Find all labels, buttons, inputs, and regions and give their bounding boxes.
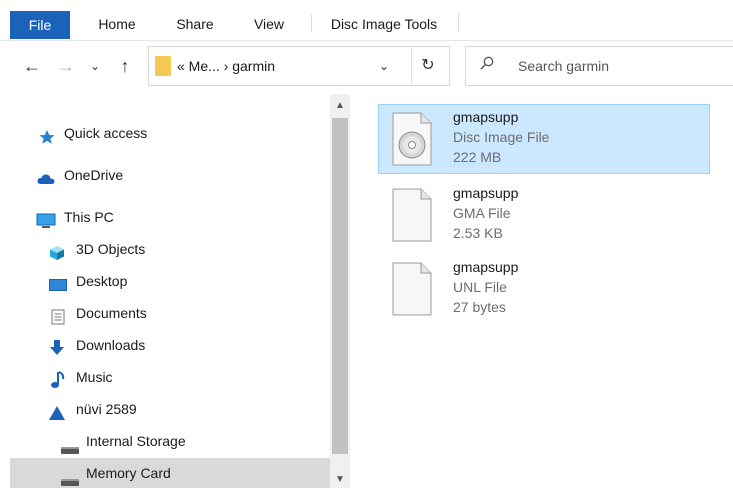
address-bar[interactable]: « Me... › garmin ⌄ ↻ <box>148 46 450 86</box>
sidebar-item-3d-objects[interactable]: 3D Objects <box>0 234 330 264</box>
document-icon <box>50 305 68 325</box>
music-icon <box>50 369 68 388</box>
file-size: 2.53 KB <box>453 225 503 241</box>
forward-button[interactable]: → <box>54 52 78 80</box>
file-item-gmapsupp-unl[interactable]: gmapsupp UNL File 27 bytes <box>378 254 710 324</box>
file-item-gmapsupp-gma[interactable]: gmapsupp GMA File 2.53 KB <box>378 180 710 250</box>
up-button[interactable]: ↑ <box>112 52 138 80</box>
sidebar-item-label: This PC <box>64 209 114 225</box>
sidebar-item-label: Quick access <box>64 125 148 141</box>
sidebar-item-downloads[interactable]: Downloads <box>0 330 330 360</box>
scroll-up-button[interactable]: ▲ <box>330 98 350 114</box>
file-item-gmapsupp-img[interactable]: gmapsupp Disc Image File 222 MB <box>378 104 710 174</box>
navigation-pane: Quick access OneDrive This PC 3D Objects… <box>0 94 330 488</box>
star-icon <box>38 125 56 144</box>
up-arrow-icon: ↑ <box>120 56 130 76</box>
sidebar-item-documents[interactable]: Documents <box>0 298 330 328</box>
sidebar-item-desktop[interactable]: Desktop <box>0 266 330 296</box>
tab-disc-image-tools[interactable]: Disc Image Tools <box>322 10 446 38</box>
tab-view[interactable]: View <box>244 10 294 38</box>
chevron-down-icon: ⌄ <box>89 59 101 73</box>
sidebar-item-label: Desktop <box>76 273 128 289</box>
back-button[interactable]: ← <box>18 52 46 80</box>
folder-icon <box>155 56 171 76</box>
sidebar-item-label: nüvi 2589 <box>76 401 137 417</box>
ribbon-divider <box>458 14 459 32</box>
address-dropdown-button[interactable]: ⌄ <box>379 47 389 85</box>
forward-arrow-icon: → <box>57 56 75 76</box>
file-name: gmapsupp <box>453 109 519 125</box>
search-placeholder: Search garmin <box>518 58 610 74</box>
file-list: gmapsupp Disc Image File 222 MB gmapsupp… <box>350 94 733 488</box>
drive-icon <box>60 468 79 486</box>
file-type: GMA File <box>453 205 511 221</box>
sidebar-scrollbar[interactable]: ▲ ▼ <box>330 94 350 488</box>
sidebar-item-music[interactable]: Music <box>0 362 330 392</box>
drive-icon <box>60 436 79 454</box>
file-type: Disc Image File <box>453 129 550 145</box>
sidebar-item-onedrive[interactable]: OneDrive <box>0 160 330 190</box>
scroll-down-button[interactable]: ▼ <box>330 472 350 488</box>
chevron-down-icon: ⌄ <box>379 59 390 73</box>
sidebar-item-label: Music <box>76 369 113 385</box>
sidebar-item-nuvi-2589[interactable]: nüvi 2589 <box>0 394 330 424</box>
sidebar-item-label: Internal Storage <box>86 433 186 449</box>
tab-file[interactable]: File <box>10 11 70 39</box>
sidebar-item-label: Memory Card <box>86 465 171 481</box>
download-icon <box>48 337 66 355</box>
ribbon-divider <box>311 14 312 32</box>
file-icon <box>391 261 433 317</box>
navigation-bar: ← → ⌄ ↑ « Me... › garmin ⌄ ↻ Search garm… <box>0 42 733 92</box>
cloud-icon <box>36 167 55 184</box>
chevron-up-icon: ▲ <box>335 100 345 111</box>
cube-icon <box>48 241 66 260</box>
file-size: 27 bytes <box>453 299 506 315</box>
file-type: UNL File <box>453 279 507 295</box>
file-size: 222 MB <box>453 149 502 165</box>
tab-home[interactable]: Home <box>88 10 146 38</box>
sidebar-item-quick-access[interactable]: Quick access <box>0 118 330 148</box>
refresh-button[interactable]: ↻ <box>411 47 444 85</box>
tab-share[interactable]: Share <box>166 10 224 38</box>
file-name: gmapsupp <box>453 259 519 275</box>
search-icon <box>480 47 494 85</box>
scroll-thumb[interactable] <box>332 118 348 454</box>
sidebar-item-label: Documents <box>76 305 147 321</box>
sidebar-item-label: Downloads <box>76 337 146 353</box>
refresh-icon: ↻ <box>421 57 435 74</box>
computer-icon <box>36 209 56 228</box>
address-path[interactable]: « Me... › garmin <box>177 47 275 85</box>
device-icon <box>48 401 66 420</box>
sidebar-item-label: 3D Objects <box>76 241 146 257</box>
ribbon: File Home Share View Disc Image Tools <box>0 0 733 41</box>
file-icon <box>391 187 433 243</box>
disc-image-icon <box>391 111 433 167</box>
sidebar-item-internal-storage[interactable]: Internal Storage <box>0 426 330 456</box>
sidebar-item-this-pc[interactable]: This PC <box>0 202 330 232</box>
back-arrow-icon: ← <box>23 56 41 76</box>
file-name: gmapsupp <box>453 185 519 201</box>
search-box[interactable]: Search garmin <box>465 46 733 86</box>
desktop-icon <box>48 273 67 291</box>
recent-locations-button[interactable]: ⌄ <box>86 52 104 80</box>
chevron-down-icon: ▼ <box>335 474 345 485</box>
sidebar-item-label: OneDrive <box>64 167 124 183</box>
sidebar-item-memory-card[interactable]: Memory Card <box>10 458 330 488</box>
